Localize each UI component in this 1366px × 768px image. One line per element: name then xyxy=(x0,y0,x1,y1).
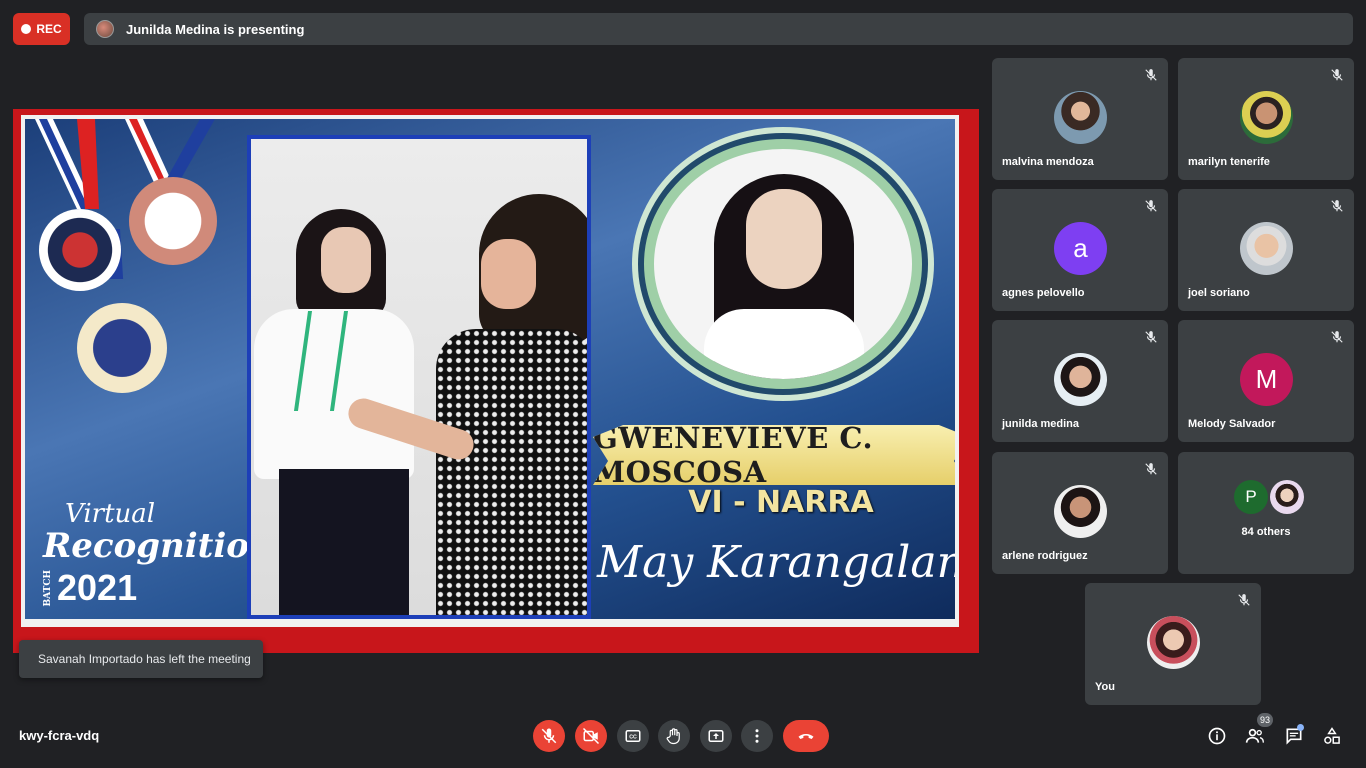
participant-name: agnes pelovello xyxy=(1002,287,1085,299)
others-avatar-photo xyxy=(1270,480,1304,514)
participant-tile[interactable]: joel soriano xyxy=(1178,189,1354,311)
mic-off-icon xyxy=(1238,594,1250,606)
others-avatar-letter: P xyxy=(1234,480,1268,514)
self-avatar xyxy=(1147,616,1200,669)
participant-name: malvina mendoza xyxy=(1002,156,1094,168)
captions-icon: CC xyxy=(625,730,641,742)
mic-off-icon xyxy=(541,728,557,744)
participant-name: joel soriano xyxy=(1188,287,1250,299)
participant-avatar xyxy=(1240,222,1293,275)
school-seal xyxy=(129,177,217,265)
mic-off-icon xyxy=(1145,331,1157,343)
camera-off-icon xyxy=(582,727,600,745)
participant-name: arlene rodriguez xyxy=(1002,550,1088,562)
end-call-icon xyxy=(798,733,814,739)
captions-button[interactable]: CC xyxy=(617,720,649,752)
student-portrait xyxy=(644,139,922,389)
more-options-button[interactable] xyxy=(741,720,773,752)
recording-label: REC xyxy=(36,22,62,36)
mic-off-icon xyxy=(1145,200,1157,212)
mic-off-icon xyxy=(1145,69,1157,81)
notification-toast: Savanah Importado has left the meeting xyxy=(19,640,263,678)
mic-off-icon xyxy=(1331,200,1343,212)
mic-off-icon xyxy=(1331,331,1343,343)
mic-toggle-button[interactable] xyxy=(533,720,565,752)
participant-avatar xyxy=(1054,353,1107,406)
chat-notification-dot xyxy=(1297,724,1304,731)
activities-icon xyxy=(1324,727,1340,744)
meeting-code[interactable]: kwy-fcra-vdq xyxy=(19,728,99,743)
name-banner: GWENEVIEVE C. MOSCOSA xyxy=(593,425,955,485)
meeting-info-button[interactable] xyxy=(1205,724,1229,748)
camera-toggle-button[interactable] xyxy=(575,720,607,752)
raise-hand-button[interactable] xyxy=(658,720,690,752)
more-options-icon xyxy=(755,729,759,743)
toast-text: Savanah Importado has left the meeting xyxy=(38,652,251,666)
people-button[interactable] xyxy=(1243,724,1267,748)
participant-name: junilda medina xyxy=(1002,418,1080,430)
participant-avatar xyxy=(1054,485,1107,538)
participant-tile[interactable]: M Melody Salvador xyxy=(1178,320,1354,442)
activities-button[interactable] xyxy=(1320,724,1344,748)
participant-tile[interactable]: a agnes pelovello xyxy=(992,189,1168,311)
self-tile[interactable]: You xyxy=(1085,583,1261,705)
participant-name: marilyn tenerife xyxy=(1188,156,1270,168)
recording-indicator[interactable]: REC xyxy=(13,13,70,45)
presentation-screen[interactable]: Virtual Recognition BATCH 2021 GWENEVIEV… xyxy=(13,109,979,653)
mic-off-icon xyxy=(1145,463,1157,475)
batch-label: BATCH xyxy=(43,569,53,607)
awarding-video-frame xyxy=(247,135,591,619)
participant-tile[interactable]: arlene rodriguez xyxy=(992,452,1168,574)
presenting-text: Junilda Medina is presenting xyxy=(126,21,305,37)
presenter-avatar xyxy=(96,20,114,38)
participant-tile[interactable]: junilda medina xyxy=(992,320,1168,442)
mic-off-icon xyxy=(1331,69,1343,81)
participant-tile[interactable]: marilyn tenerife xyxy=(1178,58,1354,180)
people-icon xyxy=(1245,728,1264,743)
division-seal xyxy=(39,209,121,291)
others-label: 84 others xyxy=(1241,526,1291,538)
present-icon xyxy=(708,730,724,742)
participant-avatar: a xyxy=(1054,222,1107,275)
record-dot-icon xyxy=(21,24,32,34)
participant-avatar xyxy=(1054,91,1107,144)
event-line2: Recognition xyxy=(43,526,274,566)
self-name: You xyxy=(1095,681,1115,693)
participant-tile[interactable]: malvina mendoza xyxy=(992,58,1168,180)
participant-avatar xyxy=(1240,91,1293,144)
participant-name: Melody Salvador xyxy=(1188,418,1276,430)
present-button[interactable] xyxy=(700,720,732,752)
raise-hand-icon xyxy=(666,728,680,745)
honor-title: May Karangalan xyxy=(597,537,955,588)
svg-text:CC: CC xyxy=(629,735,637,741)
event-year: 2021 xyxy=(57,567,138,608)
student-section: VI - NARRA xyxy=(688,485,874,520)
leave-call-button[interactable] xyxy=(783,720,829,752)
others-tile[interactable]: P 84 others xyxy=(1178,452,1354,574)
student-name: GWENEVIEVE C. MOSCOSA xyxy=(593,421,874,489)
participant-avatar: M xyxy=(1240,353,1293,406)
presenting-bar[interactable]: Junilda Medina is presenting xyxy=(84,13,1353,45)
event-line1: Virtual xyxy=(65,499,156,529)
deped-seal xyxy=(77,303,167,393)
participant-count-badge: 93 xyxy=(1257,713,1273,727)
event-title: Virtual Recognition BATCH 2021 xyxy=(43,499,274,609)
info-icon xyxy=(1208,727,1226,745)
